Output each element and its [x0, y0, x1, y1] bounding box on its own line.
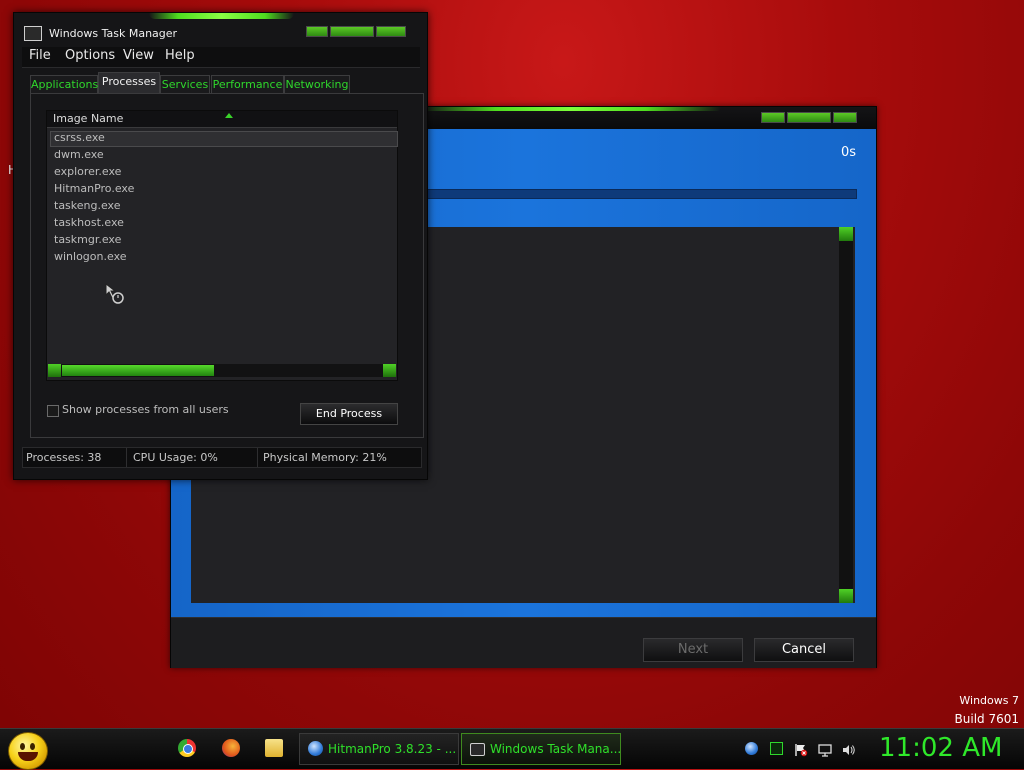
minimize-button[interactable]: [761, 112, 785, 123]
scroll-up-icon[interactable]: [839, 227, 853, 241]
end-process-button[interactable]: End Process: [300, 403, 398, 425]
firefox-icon[interactable]: [222, 739, 240, 757]
network-globe-icon[interactable]: [745, 742, 758, 755]
tab-services[interactable]: Services: [160, 75, 210, 93]
list-item[interactable]: taskhost.exe: [54, 216, 124, 229]
green-square-icon[interactable]: [770, 742, 783, 755]
column-header-image-name[interactable]: Image Name: [47, 111, 397, 128]
start-button-smiley-icon[interactable]: [8, 732, 48, 770]
elapsed-time: 0s: [840, 145, 856, 160]
list-item[interactable]: winlogon.exe: [54, 250, 127, 263]
menu-help[interactable]: Help: [165, 48, 195, 63]
show-all-label: Show processes from all users: [62, 403, 229, 416]
maximize-button[interactable]: [787, 112, 831, 123]
flag-icon[interactable]: [794, 742, 808, 757]
maximize-button[interactable]: [330, 26, 374, 37]
cancel-button[interactable]: Cancel: [754, 638, 854, 662]
close-button[interactable]: [833, 112, 857, 123]
list-item[interactable]: explorer.exe: [54, 165, 121, 178]
busy-cursor-icon: [105, 283, 124, 304]
hitmanpro-footer: Next Cancel: [171, 617, 876, 668]
taskbar-clock[interactable]: 11:02 AM: [879, 733, 1002, 763]
list-item[interactable]: taskmgr.exe: [54, 233, 121, 246]
sort-ascending-icon: [225, 113, 233, 118]
status-memory: Physical Memory: 21%: [263, 451, 387, 464]
list-item[interactable]: dwm.exe: [54, 148, 104, 161]
menu-view[interactable]: View: [123, 48, 154, 63]
taskbar-item-task-manager[interactable]: Windows Task Mana...: [461, 733, 621, 765]
monitor-icon[interactable]: [818, 742, 832, 757]
task-manager-titlebar[interactable]: Windows Task Manager: [14, 13, 427, 43]
window-title: Windows Task Manager: [49, 27, 178, 40]
close-button[interactable]: [376, 26, 406, 37]
processes-panel: Image Name csrss.exe dwm.exe explorer.ex…: [30, 93, 424, 438]
task-manager-icon: [24, 26, 42, 41]
volume-icon[interactable]: [842, 742, 855, 755]
next-button[interactable]: Next: [643, 638, 743, 662]
status-bar: Processes: 38 CPU Usage: 0% Physical Mem…: [22, 447, 422, 468]
list-item[interactable]: taskeng.exe: [54, 199, 121, 212]
status-processes: Processes: 38: [26, 451, 102, 464]
status-cpu: CPU Usage: 0%: [133, 451, 218, 464]
log-scrollbar[interactable]: [839, 227, 853, 603]
scrollbar-thumb[interactable]: [62, 365, 214, 376]
windows-version-watermark: Windows 7: [959, 694, 1019, 707]
scroll-right-icon[interactable]: [383, 364, 396, 377]
windows-build-watermark: Build 7601: [954, 712, 1019, 726]
scroll-left-icon[interactable]: [48, 364, 61, 377]
hitmanpro-icon: [308, 741, 323, 756]
show-all-checkbox[interactable]: [47, 405, 59, 417]
list-item[interactable]: csrss.exe: [54, 131, 105, 144]
taskbar: HitmanPro 3.8.23 - ... Windows Task Mana…: [0, 728, 1024, 770]
list-item[interactable]: HitmanPro.exe: [54, 182, 134, 195]
horizontal-scrollbar[interactable]: [48, 364, 396, 377]
tab-performance[interactable]: Performance: [211, 75, 284, 93]
menu-file[interactable]: File: [29, 48, 51, 63]
scan-progress-bar: [427, 189, 857, 199]
folder-icon[interactable]: [265, 739, 283, 757]
task-manager-window: Windows Task Manager File Options View H…: [13, 12, 428, 480]
column-header-label: Image Name: [53, 112, 124, 125]
tab-processes[interactable]: Processes: [98, 72, 160, 94]
tab-applications[interactable]: Applications: [30, 75, 98, 93]
taskbar-item-label: HitmanPro 3.8.23 - ...: [328, 742, 457, 756]
chrome-icon[interactable]: [178, 739, 196, 757]
taskbar-item-label: Windows Task Mana...: [490, 742, 621, 756]
task-manager-icon: [470, 743, 485, 756]
scroll-down-icon[interactable]: [839, 589, 853, 603]
menu-bar: File Options View Help: [22, 47, 420, 68]
hitmanpro-window-controls: [761, 112, 857, 123]
tab-networking[interactable]: Networking: [284, 75, 350, 93]
menu-options[interactable]: Options: [65, 48, 115, 63]
process-list[interactable]: Image Name csrss.exe dwm.exe explorer.ex…: [46, 110, 398, 381]
taskbar-item-hitmanpro[interactable]: HitmanPro 3.8.23 - ...: [299, 733, 459, 765]
minimize-button[interactable]: [306, 26, 328, 37]
task-manager-window-controls: [306, 26, 406, 37]
